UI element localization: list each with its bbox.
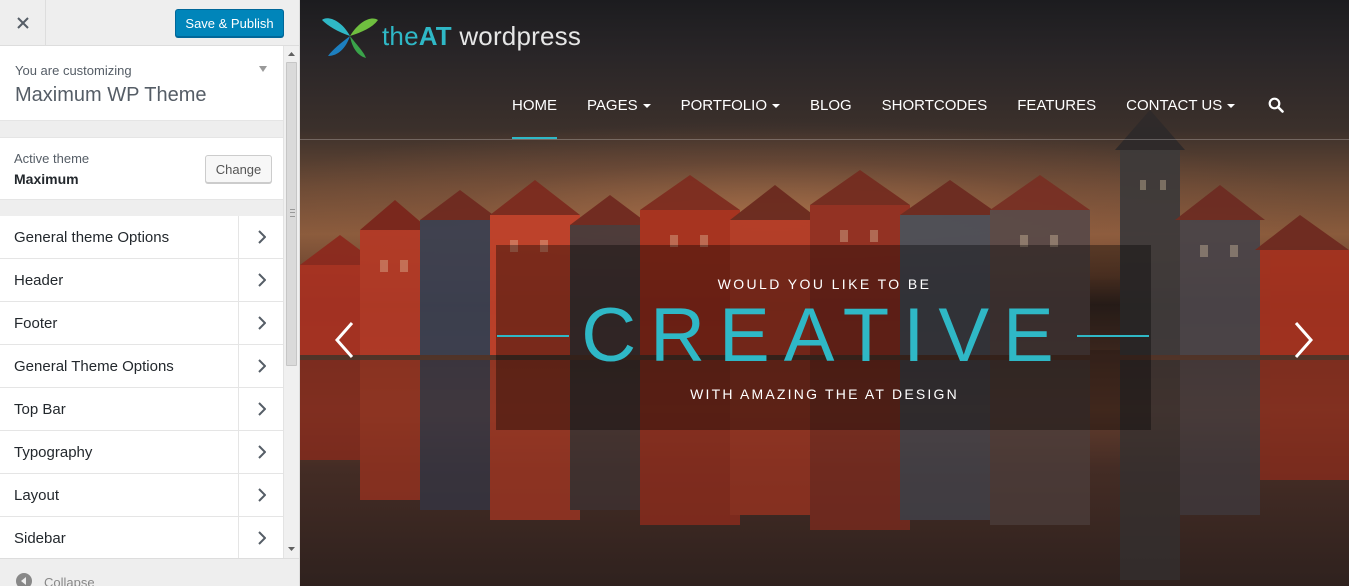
close-customizer-button[interactable] (0, 0, 46, 45)
chevron-right-icon (257, 445, 266, 459)
nav-contact-label: CONTACT US (1126, 97, 1223, 114)
slide-kicker: WOULD YOU LIKE TO BE (717, 276, 932, 292)
grip-icon (290, 209, 295, 217)
section-label: Typography (14, 444, 93, 461)
section-list: General theme Options Header Footer Gene… (0, 216, 283, 558)
triangle-down-icon (259, 66, 267, 72)
section-arrow (238, 216, 283, 258)
save-publish-button[interactable]: Save & Publish (175, 9, 284, 37)
active-theme-name: Maximum (14, 171, 79, 187)
chevron-right-icon[interactable] (1292, 320, 1316, 360)
logo-the: the (382, 20, 419, 51)
customizing-title: Maximum WP Theme (15, 84, 207, 106)
customizing-info: You are customizing Maximum WP Theme (0, 46, 283, 121)
close-icon (16, 16, 29, 29)
section-arrow (238, 474, 283, 516)
chevron-right-icon (257, 359, 266, 373)
butterfly-logo-icon (322, 18, 378, 58)
caret-down-icon (1227, 104, 1236, 109)
active-theme-label: Active theme (14, 151, 90, 166)
section-arrow (238, 259, 283, 301)
customizer-sidebar: Save & Publish You are customizing Maxim… (0, 0, 300, 586)
nav-blog[interactable]: BLOG (810, 85, 852, 139)
collapse-sidebar-button[interactable]: Collapse (0, 558, 299, 586)
logo-rest: wordpress (451, 20, 582, 51)
change-theme-button[interactable]: Change (205, 155, 272, 183)
site-logo[interactable]: theAT wordpress (320, 10, 581, 62)
section-top-bar[interactable]: Top Bar (0, 388, 283, 431)
section-typography[interactable]: Typography (0, 431, 283, 474)
logo-at: AT (418, 20, 452, 51)
nav-portfolio-label: PORTFOLIO (680, 97, 767, 114)
header-divider (300, 139, 1349, 140)
search-icon[interactable] (1268, 97, 1284, 113)
nav-home[interactable]: HOME (512, 85, 557, 139)
collapse-icon (16, 573, 32, 586)
chevron-right-icon (257, 273, 266, 287)
main-nav: HOME PAGES PORTFOLIO BLOG SHORTCODES FEA… (512, 85, 1265, 139)
nav-blog-label: BLOG (809, 97, 852, 114)
collapse-label: Collapse (44, 575, 95, 586)
site-preview: theAT wordpress HOME PAGES PORTFOLIO BLO… (300, 0, 1349, 586)
scroll-up-arrow[interactable] (284, 48, 299, 60)
chevron-left-icon[interactable] (332, 320, 356, 360)
caret-down-icon (771, 104, 780, 109)
arrow-down-icon (288, 547, 295, 551)
nav-pages[interactable]: PAGES (587, 85, 651, 139)
section-general-theme-options-2[interactable]: General Theme Options (0, 345, 283, 388)
nav-shortcodes-label: SHORTCODES (881, 97, 988, 114)
chevron-right-icon (257, 531, 266, 545)
scroll-down-arrow[interactable] (284, 543, 299, 555)
customizer-header: Save & Publish (0, 0, 299, 46)
section-label: Layout (14, 487, 60, 504)
section-general-theme-options[interactable]: General theme Options (0, 216, 283, 259)
section-arrow (238, 431, 283, 473)
section-arrow (238, 517, 283, 558)
nav-features-label: FEATURES (1017, 97, 1097, 114)
nav-shortcodes[interactable]: SHORTCODES (882, 85, 988, 139)
section-label: Header (14, 272, 64, 289)
section-label: General Theme Options (14, 358, 174, 375)
section-arrow (238, 345, 283, 387)
panel-scrollbar[interactable] (283, 46, 299, 558)
arrow-up-icon (288, 52, 295, 56)
section-arrow (238, 388, 283, 430)
slide-title-line-right (1077, 335, 1149, 337)
nav-home-label: HOME (512, 97, 557, 114)
customizer-panel: You are customizing Maximum WP Theme Act… (0, 46, 283, 558)
section-label: Top Bar (14, 401, 66, 418)
slide-subtitle: WITH AMAZING THE AT DESIGN (690, 386, 959, 402)
section-label: General theme Options (14, 229, 170, 246)
nav-contact[interactable]: CONTACT US (1126, 85, 1236, 139)
info-toggle[interactable] (258, 64, 268, 74)
section-label: Footer (14, 315, 58, 332)
caret-down-icon (642, 104, 651, 109)
chevron-right-icon (257, 488, 266, 502)
section-arrow (238, 302, 283, 344)
section-label: Sidebar (14, 530, 66, 547)
slide-title: CREATIVE (581, 293, 1068, 378)
chevron-right-icon (257, 230, 266, 244)
customizing-label: You are customizing (15, 63, 132, 78)
active-theme-panel: Active theme Maximum Change (0, 137, 283, 200)
site-logo-text: theAT wordpress (382, 21, 581, 52)
section-footer[interactable]: Footer (0, 302, 283, 345)
nav-features[interactable]: FEATURES (1017, 85, 1096, 139)
nav-pages-label: PAGES (587, 97, 638, 114)
nav-portfolio[interactable]: PORTFOLIO (681, 85, 780, 139)
section-layout[interactable]: Layout (0, 474, 283, 517)
section-header[interactable]: Header (0, 259, 283, 302)
chevron-right-icon (257, 402, 266, 416)
scrollbar-thumb[interactable] (286, 62, 297, 366)
chevron-right-icon (257, 316, 266, 330)
section-sidebar[interactable]: Sidebar (0, 517, 283, 558)
